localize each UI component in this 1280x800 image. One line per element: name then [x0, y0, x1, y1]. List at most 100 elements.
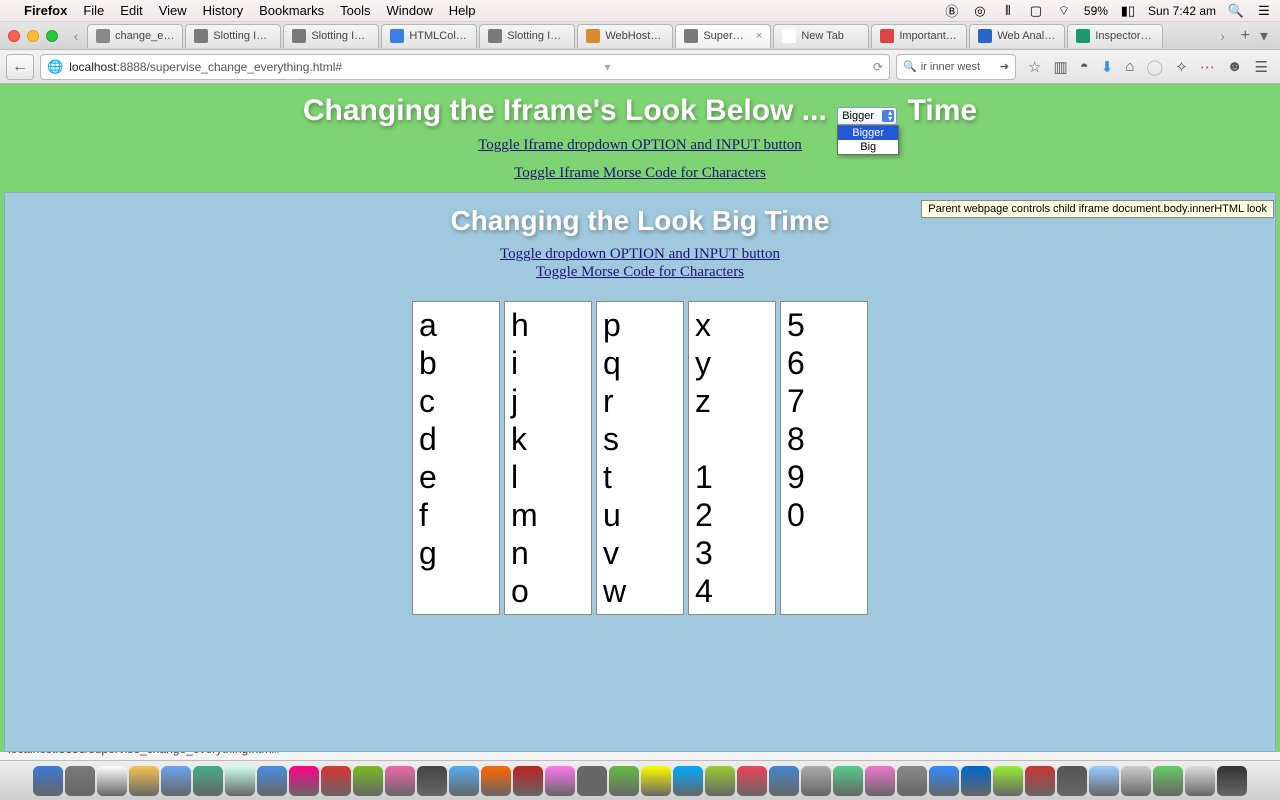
reload-button[interactable]: ⟳ [873, 60, 883, 74]
browser-tab[interactable]: Slotting I… [283, 24, 379, 48]
new-tab-button[interactable]: + [1241, 27, 1250, 45]
browser-tab[interactable]: Web Anal… [969, 24, 1065, 48]
dock-item[interactable] [129, 766, 159, 796]
bookmark-star-icon[interactable]: ☆ [1028, 58, 1041, 76]
browser-tab[interactable]: Inspector… [1067, 24, 1163, 48]
dock-item[interactable] [609, 766, 639, 796]
clock[interactable]: Sun 7:42 am [1148, 4, 1216, 18]
dock-item[interactable] [1121, 766, 1151, 796]
dock-item[interactable] [33, 766, 63, 796]
minimize-window-button[interactable] [27, 30, 39, 42]
downloads-icon[interactable]: ⬇ [1101, 58, 1114, 76]
dock-item[interactable] [641, 766, 671, 796]
grid-column: pqrstuvw [596, 301, 684, 615]
size-option-big[interactable]: Big [838, 140, 898, 154]
toggle-iframe-morse-link[interactable]: Toggle Iframe Morse Code for Characters [514, 165, 766, 181]
dock-item[interactable] [353, 766, 383, 796]
dock-item[interactable] [321, 766, 351, 796]
browser-tab[interactable]: Slotting I… [479, 24, 575, 48]
dock-item[interactable] [1153, 766, 1183, 796]
menu-help[interactable]: Help [449, 3, 476, 18]
battery-icon[interactable]: ▮▯ [1120, 3, 1136, 19]
dock-item[interactable] [97, 766, 127, 796]
browser-tab[interactable]: Important… [871, 24, 967, 48]
reader-icon[interactable]: ▾ [604, 60, 610, 74]
dock-item[interactable] [417, 766, 447, 796]
browser-tab[interactable]: WebHost… [577, 24, 673, 48]
dock-item[interactable] [225, 766, 255, 796]
tab-scroll-left[interactable]: ‹ [66, 28, 86, 44]
toggle-dropdown-link[interactable]: Toggle dropdown OPTION and INPUT button [500, 246, 780, 262]
browser-tab[interactable]: HTMLCol… [381, 24, 477, 48]
back-button[interactable]: ← [6, 54, 34, 80]
dock-item[interactable] [929, 766, 959, 796]
dock-item[interactable] [801, 766, 831, 796]
search-box[interactable]: 🔍 ir inner west ➔ [896, 54, 1016, 80]
url-bar[interactable]: 🌐 localhost:8888/supervise_change_everyt… [40, 54, 890, 80]
menu-window[interactable]: Window [387, 3, 433, 18]
notifications-icon[interactable]: ☰ [1256, 3, 1272, 19]
addon-icon-3[interactable]: ☻ [1227, 58, 1243, 75]
dock-item[interactable] [897, 766, 927, 796]
dock-item[interactable] [513, 766, 543, 796]
dock-item[interactable] [65, 766, 95, 796]
dock-item[interactable] [1025, 766, 1055, 796]
all-tabs-button[interactable]: ▾ [1260, 26, 1268, 46]
library-icon[interactable]: ▥ [1053, 58, 1067, 76]
dock-item[interactable] [705, 766, 735, 796]
dock-item[interactable] [257, 766, 287, 796]
spotlight-icon[interactable]: 🔍 [1228, 3, 1244, 19]
toggle-morse-link[interactable]: Toggle Morse Code for Characters [536, 264, 744, 280]
circle-icon[interactable]: ◎ [972, 3, 988, 19]
dock-item[interactable] [1057, 766, 1087, 796]
search-go-icon[interactable]: ➔ [1000, 60, 1009, 73]
dock-item[interactable] [545, 766, 575, 796]
dock-item[interactable] [961, 766, 991, 796]
dock-item[interactable] [385, 766, 415, 796]
wifi-icon[interactable]: ⌔ [1056, 3, 1072, 19]
dock-item[interactable] [1217, 766, 1247, 796]
dock-item[interactable] [673, 766, 703, 796]
app-name[interactable]: Firefox [24, 3, 67, 18]
dock-item[interactable] [449, 766, 479, 796]
menulet-icon[interactable]: ⦀ [1000, 3, 1016, 19]
menu-history[interactable]: History [203, 3, 243, 18]
dock-item[interactable] [1089, 766, 1119, 796]
dock-item[interactable] [865, 766, 895, 796]
dock-item[interactable] [481, 766, 511, 796]
bitcoin-icon[interactable]: Ⓑ [944, 3, 960, 19]
size-select[interactable]: Bigger ▴▾ [837, 107, 897, 125]
dock-item[interactable] [193, 766, 223, 796]
dock-item[interactable] [161, 766, 191, 796]
home-icon[interactable]: ⌂ [1125, 58, 1134, 75]
toggle-iframe-dropdown-link[interactable]: Toggle Iframe dropdown OPTION and INPUT … [478, 137, 802, 153]
tab-scroll-right[interactable]: › [1213, 28, 1233, 44]
browser-tab[interactable]: change_e… [87, 24, 183, 48]
close-tab-icon[interactable]: × [756, 30, 762, 42]
dock-item[interactable] [289, 766, 319, 796]
hamburger-icon[interactable]: ☰ [1255, 58, 1268, 76]
addon-icon-1[interactable]: ✧ [1175, 58, 1188, 76]
close-window-button[interactable] [8, 30, 20, 42]
dock-item[interactable] [993, 766, 1023, 796]
size-option-bigger[interactable]: Bigger [838, 126, 898, 140]
zoom-window-button[interactable] [46, 30, 58, 42]
site-identity-icon[interactable]: 🌐 [47, 59, 63, 75]
sync-icon[interactable]: ◯ [1146, 58, 1163, 76]
menu-tools[interactable]: Tools [340, 3, 370, 18]
browser-tab[interactable]: Super…× [675, 24, 771, 48]
dock-item[interactable] [1185, 766, 1215, 796]
menu-edit[interactable]: Edit [120, 3, 142, 18]
dock-item[interactable] [833, 766, 863, 796]
menu-view[interactable]: View [159, 3, 187, 18]
dock-item[interactable] [769, 766, 799, 796]
addon-icon-2[interactable]: ⋯ [1200, 58, 1215, 76]
browser-tab[interactable]: New Tab [773, 24, 869, 48]
pocket-icon[interactable]: ◓ [1080, 58, 1089, 75]
browser-tab[interactable]: Slotting I… [185, 24, 281, 48]
dock-item[interactable] [577, 766, 607, 796]
airplay-icon[interactable]: ▢ [1028, 3, 1044, 19]
dock-item[interactable] [737, 766, 767, 796]
menu-file[interactable]: File [83, 3, 104, 18]
menu-bookmarks[interactable]: Bookmarks [259, 3, 324, 18]
